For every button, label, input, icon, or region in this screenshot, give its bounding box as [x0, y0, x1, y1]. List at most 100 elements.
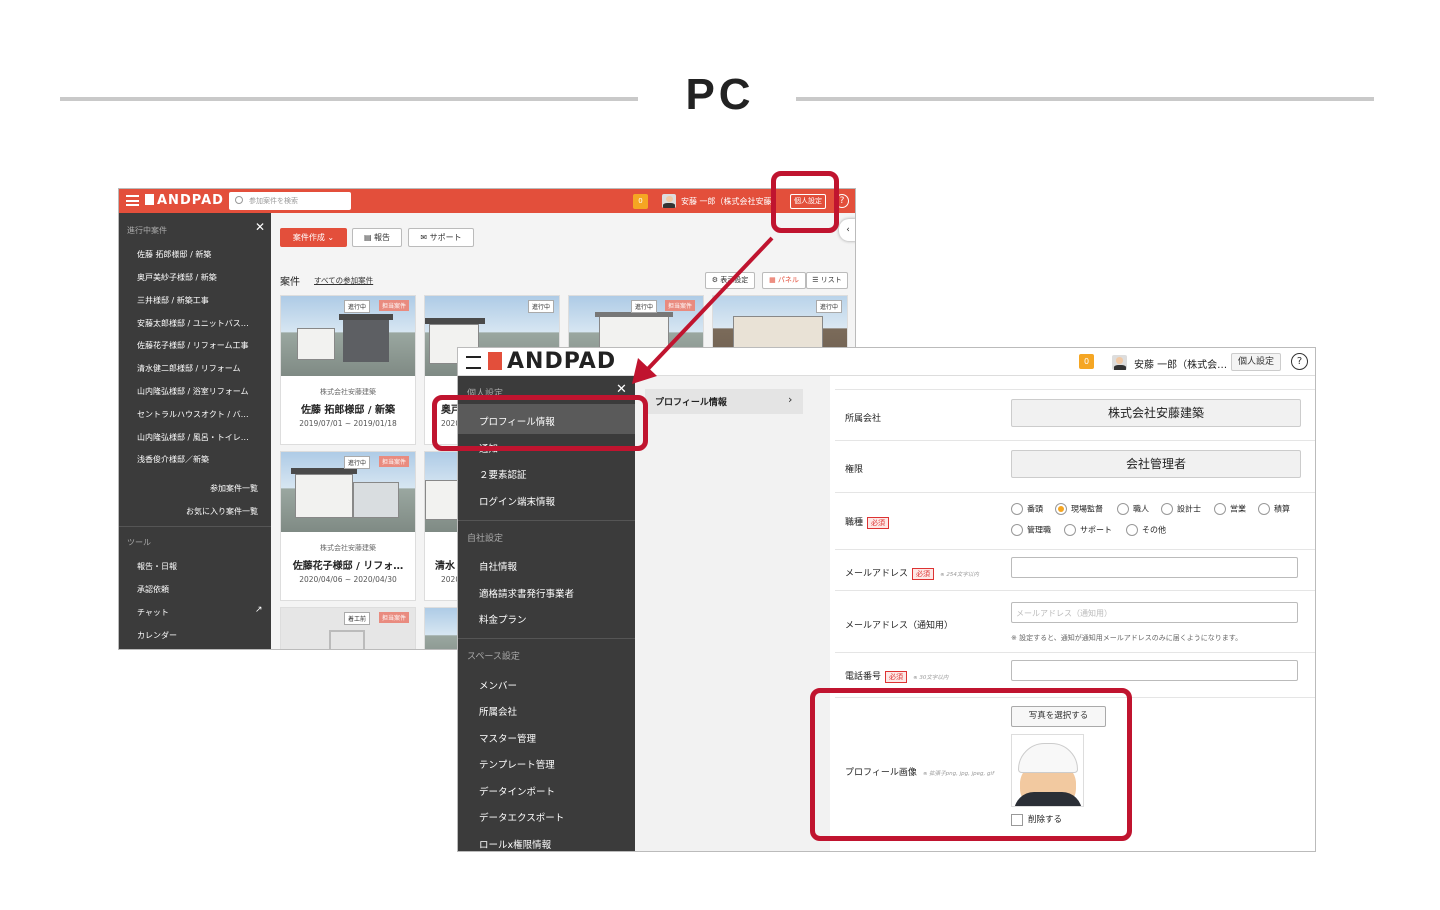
required-badge: 必須: [885, 671, 908, 683]
job-radio-estimator[interactable]: 積算: [1258, 503, 1290, 515]
sidebar-item-devices[interactable]: ログイン端末情報: [479, 494, 555, 508]
notification-badge[interactable]: 0: [633, 194, 648, 209]
card-company: 株式会社安藤建築: [320, 388, 376, 396]
sidebar-item-export[interactable]: データエクスポート: [479, 810, 564, 824]
sidebar: 進行中案件 ✕ 佐藤 拓郎様邸 / 新築 奥戸美紗子様邸 / 新築 三井様邸 /…: [119, 213, 271, 649]
sidebar-item-templates[interactable]: テンプレート管理: [479, 757, 555, 771]
sidebar-project[interactable]: 山内隆弘様邸 / 風呂・トイレ…: [137, 432, 249, 443]
radio-icon: [1258, 503, 1270, 515]
collapse-panel-icon[interactable]: ‹: [839, 219, 855, 241]
sidebar-item-roles[interactable]: ロールx権限情報: [479, 837, 551, 851]
menu-icon[interactable]: [126, 195, 139, 206]
andpad-logo[interactable]: ANDPAD: [488, 349, 616, 374]
sidebar-project[interactable]: 三井様邸 / 新築工事: [137, 295, 209, 306]
all-projects-link[interactable]: すべての参加案件: [314, 275, 373, 286]
job-radio-designer[interactable]: 設計士: [1161, 503, 1201, 515]
help-icon[interactable]: ?: [1291, 353, 1308, 370]
required-badge: 必須: [867, 517, 890, 529]
mail-icon: ✉: [420, 233, 428, 242]
role-label: 権限: [845, 465, 864, 475]
job-radio-sales[interactable]: 営業: [1214, 503, 1246, 515]
status-badge: 進行中: [816, 300, 843, 313]
personal-settings-button[interactable]: 個人設定: [1231, 353, 1281, 371]
sidebar-project[interactable]: 佐藤花子様邸 / リフォーム工事: [137, 340, 249, 351]
chevron-right-icon: ›: [788, 393, 793, 406]
project-card[interactable]: 進行中 担当案件 株式会社安藤建築 佐藤花子様邸 / リフォ… 2020/04/…: [280, 451, 416, 601]
external-link-icon: ↗: [255, 605, 263, 615]
radio-icon: [1011, 524, 1023, 536]
sidebar-item-company-info[interactable]: 自社情報: [479, 559, 517, 573]
list-view-button[interactable]: ☰ リスト: [806, 272, 848, 289]
status-badge: 進行中: [528, 300, 555, 313]
card-period: 2020/04/06 ~ 2020/04/30: [299, 575, 397, 584]
job-radio-craftsman[interactable]: 職人: [1117, 503, 1149, 515]
close-icon[interactable]: ✕: [255, 220, 265, 234]
sidebar-item-invoice-issuer[interactable]: 適格請求書発行事業者: [479, 586, 574, 600]
radio-icon: [1126, 524, 1138, 536]
sidebar-tool[interactable]: チャット: [137, 607, 169, 618]
job-radio-manager[interactable]: 管理職: [1011, 524, 1051, 536]
notify-email-note: ※ 設定すると、通知が通知用メールアドレスのみに届くようになります。: [1011, 634, 1243, 642]
highlight-profile-menu: [432, 395, 648, 451]
sidebar-link-favorites[interactable]: お気に入り案件一覧: [186, 506, 258, 517]
sidebar-project[interactable]: 佐藤 拓郎様邸 / 新築: [137, 249, 211, 260]
job-radio-banto[interactable]: 番頭: [1011, 503, 1043, 515]
support-button[interactable]: ✉ サポート: [408, 228, 474, 247]
notify-email-field[interactable]: メールアドレス（通知用）: [1011, 602, 1298, 623]
assigned-badge: 担当案件: [379, 612, 410, 623]
notification-badge[interactable]: 0: [1079, 354, 1094, 369]
sidebar-item-plan[interactable]: 料金プラン: [479, 612, 527, 626]
email-hint: ※ 254文字以内: [940, 572, 979, 578]
sidebar-item-2fa[interactable]: ２要素認証: [479, 467, 527, 481]
sidebar-link-all-projects[interactable]: 参加案件一覧: [210, 483, 258, 494]
phone-field[interactable]: [1011, 660, 1298, 681]
search-input[interactable]: 参加案件を検索: [229, 192, 351, 210]
sidebar-tool[interactable]: カレンダー: [137, 630, 177, 641]
notify-email-label: メールアドレス（通知用）: [845, 621, 954, 631]
status-badge: 着工前: [344, 612, 371, 625]
project-card[interactable]: 進行中 担当案件 株式会社安藤建築 佐藤 拓郎様邸 / 新築 2019/07/0…: [280, 295, 416, 445]
sidebar-project[interactable]: セントラルハウスオクト / バ…: [137, 409, 249, 420]
assigned-badge: 担当案件: [379, 456, 410, 467]
andpad-logo[interactable]: ANDPAD: [145, 193, 224, 208]
sidebar-project[interactable]: 奥戸美紗子様邸 / 新築: [137, 272, 217, 283]
sidebar-item-import[interactable]: データインポート: [479, 784, 555, 798]
company-label: 所属会社: [845, 414, 882, 424]
sidebar-project[interactable]: 浅香俊介様邸／新築: [137, 454, 209, 465]
user-name[interactable]: 安藤 一郎（株式会社安藤: [681, 196, 772, 207]
job-radio-supervisor[interactable]: 現場監督: [1055, 503, 1103, 515]
radio-icon: [1011, 503, 1023, 515]
sidebar-divider: [458, 638, 635, 639]
project-list-title: 案件: [280, 277, 300, 288]
sidebar-item-master[interactable]: マスター管理: [479, 731, 536, 745]
sidebar-project[interactable]: 山内隆弘様邸 / 浴室リフォーム: [137, 386, 249, 397]
settings-submenu: プロフィール情報 ›: [635, 376, 830, 851]
submenu-item-label: プロフィール情報: [655, 398, 727, 408]
sidebar-item-affiliates[interactable]: 所属会社: [479, 704, 517, 718]
email-field[interactable]: [1011, 557, 1298, 578]
sidebar-tool[interactable]: 報告・日報: [137, 561, 177, 572]
user-name[interactable]: 安藤 一郎（株式会…: [1134, 356, 1227, 371]
job-label: 職種 必須: [845, 515, 890, 529]
sidebar-section-space: スペース設定: [467, 652, 520, 662]
job-radio-support[interactable]: サポート: [1064, 524, 1112, 536]
sidebar-section-projects: 進行中案件: [127, 226, 167, 235]
sidebar-tool[interactable]: 承認依頼: [137, 584, 169, 595]
heading-rule-left: [60, 97, 638, 101]
company-field: 株式会社安藤建築: [1011, 399, 1301, 427]
radio-icon: [1161, 503, 1173, 515]
create-project-button[interactable]: 案件作成 ⌄: [280, 228, 347, 247]
project-card[interactable]: 着工前 担当案件: [280, 607, 416, 649]
list-icon: ☰: [812, 276, 819, 284]
report-button[interactable]: ▤ 報告: [352, 228, 402, 247]
job-radio-other[interactable]: その他: [1126, 524, 1166, 536]
highlight-profile-image: [810, 688, 1132, 841]
building-placeholder-icon: [329, 630, 365, 649]
sidebar-project[interactable]: 安藤太郎様邸 / ユニットバス…: [137, 318, 249, 329]
sidebar-item-members[interactable]: メンバー: [479, 678, 517, 692]
heading-rule-right: [796, 97, 1374, 101]
card-period: 2019/07/01 ~ 2019/01/18: [299, 419, 397, 428]
menu-icon[interactable]: [466, 356, 481, 369]
sidebar-project[interactable]: 清水健二郎様邸 / リフォーム: [137, 363, 241, 374]
required-badge: 必須: [912, 568, 935, 580]
